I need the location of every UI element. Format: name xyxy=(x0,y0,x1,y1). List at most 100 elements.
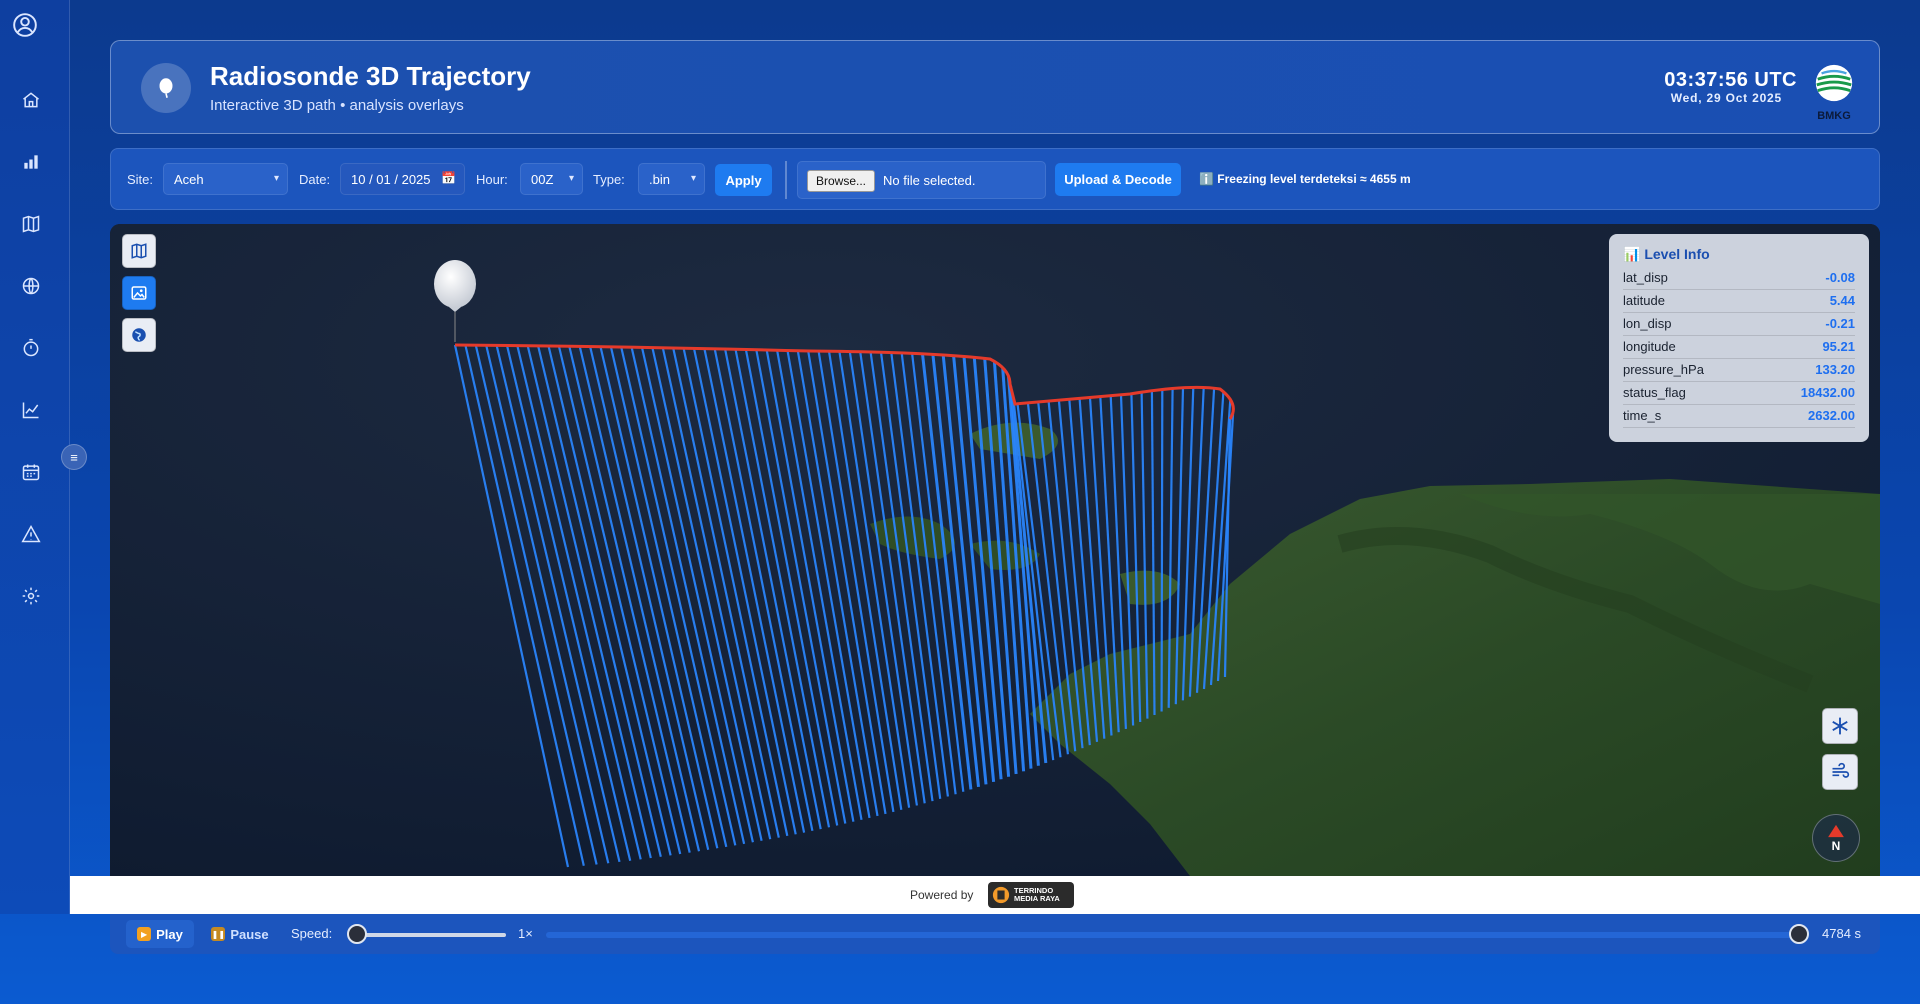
map-icon xyxy=(131,243,147,259)
level-info-row: lat_disp -0.08 xyxy=(1623,267,1855,290)
level-info-row: longitude 95.21 xyxy=(1623,336,1855,359)
row-value: 2632.00 xyxy=(1808,408,1855,423)
image-icon xyxy=(131,286,147,300)
stopwatch-icon[interactable] xyxy=(19,336,43,360)
chevron-down-icon: ▾ xyxy=(690,173,696,184)
bar-chart-icon[interactable] xyxy=(19,150,43,174)
pause-label: Pause xyxy=(230,926,269,942)
speed-label: Speed: xyxy=(291,926,333,941)
freezing-level-info: ℹ️ Freezing level terdeteksi ≈ 4655 m xyxy=(1199,172,1411,186)
compass-label: N xyxy=(1831,838,1841,853)
terrindo-name: TERRINDO MEDIA RAYA xyxy=(1014,887,1060,903)
type-select[interactable]: .bin ▾ xyxy=(638,163,705,195)
warning-icon[interactable] xyxy=(19,522,43,546)
powered-by-bar: Powered by TERRINDO MEDIA RAYA xyxy=(70,876,1920,914)
toolbar-divider xyxy=(785,161,787,199)
speed-value: 1× xyxy=(518,926,533,941)
type-label: Type: xyxy=(593,172,625,187)
user-icon[interactable] xyxy=(12,12,38,38)
wind-layer-button[interactable] xyxy=(1822,754,1858,790)
bmkg-label: BMKG xyxy=(1817,110,1851,122)
level-info-row: latitude 5.44 xyxy=(1623,290,1855,313)
globe-icon xyxy=(132,328,146,342)
terrindo-line2: MEDIA RAYA xyxy=(1014,894,1060,903)
pause-icon: ❚❚ xyxy=(211,927,226,941)
apply-button[interactable]: Apply xyxy=(715,164,772,196)
calendar-icon[interactable]: 📅 xyxy=(441,171,456,185)
compass-button[interactable]: N xyxy=(1812,814,1860,862)
play-label: Play xyxy=(156,926,183,942)
play-button[interactable]: ▶ Play xyxy=(126,920,194,948)
powered-by-text: Powered by xyxy=(910,888,974,902)
row-value: 5.44 xyxy=(1829,293,1855,308)
globe-view-button[interactable] xyxy=(122,318,156,352)
row-key: time_s xyxy=(1623,408,1662,423)
globe-icon[interactable] xyxy=(19,274,43,298)
row-value: -0.21 xyxy=(1825,316,1855,331)
chevron-down-icon: ▾ xyxy=(273,173,279,184)
sidebar xyxy=(0,0,70,914)
row-key: pressure_hPa xyxy=(1623,362,1704,377)
hour-label: Hour: xyxy=(476,172,508,187)
map-view-button[interactable] xyxy=(122,234,156,268)
current-date: Wed, 29 Oct 2025 xyxy=(1670,91,1782,105)
page-title: Radiosonde 3D Trajectory xyxy=(210,61,531,91)
date-label: Date: xyxy=(299,172,331,187)
type-select-value: .bin xyxy=(649,172,670,187)
level-info-row: pressure_hPa 133.20 xyxy=(1623,359,1855,382)
row-key: status_flag xyxy=(1623,385,1686,400)
chevron-down-icon: ▾ xyxy=(568,173,574,184)
site-select[interactable]: Aceh ▾ xyxy=(163,163,288,195)
playback-bar: ▶ Play ❚❚ Pause Speed: 1× 4784 s xyxy=(110,914,1880,954)
hour-select-value: 00Z xyxy=(531,172,554,187)
row-key: longitude xyxy=(1623,339,1676,354)
terrindo-emblem-icon xyxy=(992,886,1010,904)
curtain-line xyxy=(1160,389,1164,712)
site-label: Site: xyxy=(127,172,154,187)
level-info-title: 📊 Level Info xyxy=(1623,246,1710,262)
calendar-icon[interactable] xyxy=(19,460,43,484)
file-status-text: No file selected. xyxy=(883,173,976,188)
row-value: 95.21 xyxy=(1822,339,1855,354)
hour-select[interactable]: 00Z ▾ xyxy=(520,163,583,195)
upload-decode-button[interactable]: Upload & Decode xyxy=(1055,163,1181,196)
level-info-row: lon_disp -0.21 xyxy=(1623,313,1855,336)
map-3d-view[interactable]: 📊 Level Info lat_disp -0.08 latitude 5.44 … xyxy=(110,224,1880,876)
date-input[interactable]: 10 / 01 / 2025 📅 xyxy=(340,163,465,195)
north-arrow-icon xyxy=(1828,824,1844,837)
file-input[interactable]: Browse... No file selected. xyxy=(797,161,1046,199)
sidebar-toggle-button[interactable]: ≡ xyxy=(61,444,87,470)
row-value: -0.08 xyxy=(1825,270,1855,285)
utc-clock: 03:37:56 UTC xyxy=(1664,69,1797,91)
timeline-slider-thumb[interactable] xyxy=(1789,924,1809,944)
speed-slider-track[interactable] xyxy=(356,933,506,937)
freezing-level-button[interactable] xyxy=(1822,708,1858,744)
level-info-row: time_s 2632.00 xyxy=(1623,405,1855,428)
row-key: lon_disp xyxy=(1623,316,1672,331)
speed-slider-thumb[interactable] xyxy=(347,924,367,944)
browse-button[interactable]: Browse... xyxy=(807,170,875,192)
settings-gear-icon[interactable] xyxy=(19,584,43,608)
filter-toolbar: Site: Aceh ▾ Date: 10 / 01 / 2025 📅 Hour… xyxy=(110,148,1880,210)
level-info-panel: 📊 Level Info lat_disp -0.08 latitude 5.44 … xyxy=(1609,234,1869,442)
bmkg-logo: BMKG xyxy=(1811,63,1857,123)
map-icon[interactable] xyxy=(19,212,43,236)
home-icon[interactable] xyxy=(19,88,43,112)
balloon-logo-icon xyxy=(141,63,191,113)
timeline-value: 4784 s xyxy=(1822,926,1862,941)
pause-button[interactable]: ❚❚ Pause xyxy=(206,920,274,948)
satellite-view-button[interactable] xyxy=(122,276,156,310)
page-header: Radiosonde 3D Trajectory Interactive 3D … xyxy=(110,40,1880,134)
wind-icon xyxy=(1832,762,1850,778)
row-key: latitude xyxy=(1623,293,1665,308)
row-value: 18432.00 xyxy=(1800,385,1855,400)
timeline-slider-track[interactable] xyxy=(546,932,1804,938)
page-subtitle: Interactive 3D path • analysis overlays xyxy=(210,97,464,114)
bmkg-emblem-icon xyxy=(1815,64,1853,102)
row-key: lat_disp xyxy=(1623,270,1668,285)
play-icon: ▶ xyxy=(137,927,152,941)
date-input-value: 10 / 01 / 2025 xyxy=(351,172,431,187)
level-info-row: status_flag 18432.00 xyxy=(1623,382,1855,405)
site-select-value: Aceh xyxy=(174,172,204,187)
line-chart-icon[interactable] xyxy=(19,398,43,422)
